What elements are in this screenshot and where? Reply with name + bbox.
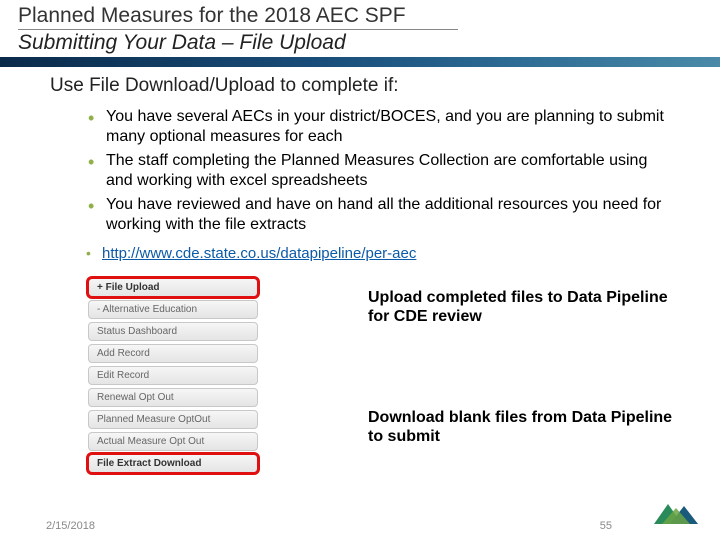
bullet-item: You have several AECs in your district/B… <box>88 107 670 147</box>
bullet-list: You have several AECs in your district/B… <box>50 107 670 235</box>
menu-planned-measure-optout: Planned Measure OptOut <box>88 410 258 429</box>
menu-file-upload: + File Upload <box>88 278 258 297</box>
bullet-item: The staff completing the Planned Measure… <box>88 151 670 191</box>
menu-alternative-education: - Alternative Education <box>88 300 258 319</box>
menu-file-extract-download: File Extract Download <box>88 454 258 473</box>
footer-date: 2/15/2018 <box>46 520 95 532</box>
callout-upload: Upload completed files to Data Pipeline … <box>368 288 688 326</box>
callout-download: Download blank files from Data Pipeline … <box>368 408 688 446</box>
slide-title-line1: Planned Measures for the 2018 AEC SPF <box>18 4 458 30</box>
menu-renewal-opt-out: Renewal Opt Out <box>88 388 258 407</box>
bullet-item: You have reviewed and have on hand all t… <box>88 195 670 235</box>
sub-bullet-item: http://www.cde.state.co.us/datapipeline/… <box>86 245 670 262</box>
header-divider-bar <box>0 57 720 67</box>
resource-link[interactable]: http://www.cde.state.co.us/datapipeline/… <box>102 245 416 262</box>
menu-add-record: Add Record <box>88 344 258 363</box>
lead-text: Use File Download/Upload to complete if: <box>50 75 670 97</box>
footer-page-number: 55 <box>600 520 612 532</box>
menu-status-dashboard: Status Dashboard <box>88 322 258 341</box>
menu-actual-measure-opt-out: Actual Measure Opt Out <box>88 432 258 451</box>
colorado-logo-icon <box>648 498 706 528</box>
slide-title-line2: Submitting Your Data – File Upload <box>18 30 720 55</box>
sub-bullet-list: http://www.cde.state.co.us/datapipeline/… <box>50 245 670 262</box>
sidebar-menu-screenshot: + File Upload - Alternative Education St… <box>88 278 258 476</box>
menu-edit-record: Edit Record <box>88 366 258 385</box>
